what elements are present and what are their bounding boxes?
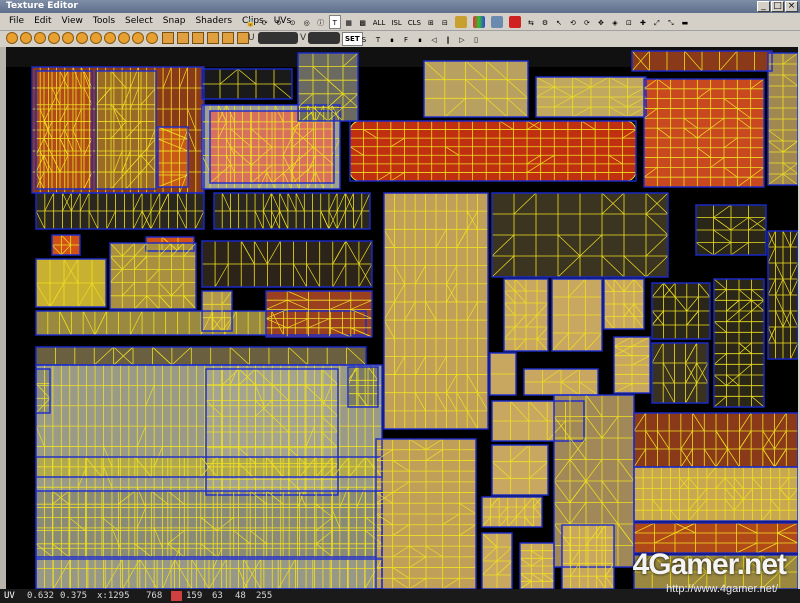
status-v-value: 0.375 [60,591,88,601]
status-blue-value: 48 [235,591,246,601]
contract-icon[interactable]: ⤡ [665,15,677,29]
uv-tool-icon[interactable] [132,32,144,44]
pack-icon[interactable] [207,32,219,44]
prev-icon[interactable]: ◁ [428,32,440,46]
u-value-field[interactable] [258,32,298,44]
scale-icon[interactable]: ◈ [609,15,621,29]
maximize-button[interactable]: □ [771,1,784,12]
menu-view[interactable]: View [57,13,88,30]
frame-icon[interactable]: ▯ [470,32,482,46]
text-tool-button[interactable]: T [328,14,341,29]
status-red-value: 159 [186,591,203,601]
refresh-icon[interactable]: ⟳ [259,15,271,29]
flip-icon[interactable]: ⇆ [525,15,537,29]
uv-viewport[interactable] [6,47,798,589]
select-all-button[interactable]: ALL [371,15,388,29]
main-toolbar: 🔒 ⟳ ↻ ⊙ ◎ ⓘ T ▦ ▩ ALL ISL CLS ⊞ ⊟ ⇆ ⚙ ↖ … [244,14,691,29]
tool-square-button[interactable]: ∎ [386,32,398,46]
menu-toolbar-row: File Edit View Tools Select Snap Shaders… [0,13,800,31]
stitch-icon[interactable] [162,32,174,44]
menu-edit[interactable]: Edit [29,13,56,30]
image-icon[interactable] [489,15,505,29]
rotate-ccw-icon[interactable]: ⟳ [581,15,593,29]
relax-icon[interactable]: ⚙ [539,15,551,29]
add-icon[interactable]: ✚ [637,15,649,29]
u-label: U [248,33,255,43]
align-icon[interactable]: ⊟ [439,15,451,29]
lock-icon[interactable]: 🔒 [244,15,257,29]
status-pixel-y: 768 [146,591,163,601]
uv-tool-icon[interactable] [104,32,116,44]
fit-icon[interactable]: ⊡ [623,15,635,29]
move-icon[interactable]: ✥ [595,15,607,29]
uv-tools-left [6,32,158,44]
watermark-logo: 4Gamer.net [632,548,787,581]
menu-tools[interactable]: Tools [88,13,120,30]
expand-icon[interactable]: ⤢ [651,15,663,29]
uv-tool-icon[interactable] [34,32,46,44]
uv-island[interactable] [6,67,30,589]
texture-icon[interactable] [453,15,469,29]
window-title: Texture Editor [6,1,78,11]
uv-tool-icon[interactable] [146,32,158,44]
menu-file[interactable]: File [4,13,29,30]
checker-icon[interactable]: ▩ [357,15,369,29]
target-icon[interactable]: ⊙ [287,15,299,29]
uv-tool-icon[interactable] [76,32,88,44]
subtract-icon[interactable]: ▬ [679,15,691,29]
uv-tool-icon[interactable] [90,32,102,44]
grid-icon[interactable]: ▦ [343,15,355,29]
select-island-button[interactable]: ISL [389,15,403,29]
arrow-icon[interactable]: ↖ [553,15,565,29]
status-alpha-value: 255 [256,591,273,601]
unfold-icon[interactable] [222,32,234,44]
tool-t-button[interactable]: T [372,32,384,46]
minimize-button[interactable]: _ [757,1,770,12]
menu-select[interactable]: Select [120,13,158,30]
tool-s-button[interactable]: S [358,32,370,46]
clear-selection-button[interactable]: CLS [406,15,423,29]
status-color-swatch [171,591,182,601]
circle-icon[interactable]: ◎ [301,15,313,29]
break-icon[interactable] [192,32,204,44]
v-value-field[interactable] [308,32,340,44]
weld-icon[interactable] [177,32,189,44]
uv-island[interactable] [349,120,637,182]
uv-tool-icon[interactable] [118,32,130,44]
v-label: V [300,33,307,43]
uv-island[interactable] [651,342,709,404]
uv-island[interactable] [491,444,549,496]
menu-shaders[interactable]: Shaders [190,13,237,30]
title-bar[interactable]: Texture Editor _ □ × [0,0,800,13]
snap-icon[interactable]: ⊞ [425,15,437,29]
next-icon[interactable]: ▷ [456,32,468,46]
tool-f-button[interactable]: F [400,32,412,46]
close-button[interactable]: × [785,1,798,12]
uv-tool-icon[interactable] [48,32,60,44]
uv-layout-canvas[interactable] [6,47,798,589]
rotate-icon[interactable]: ⟲ [567,15,579,29]
cycle-icon[interactable]: ↻ [273,15,285,29]
status-u-value: 0.632 [27,591,55,601]
color-icon[interactable] [471,15,487,29]
uv-tool-icon[interactable] [6,32,18,44]
uv-tool-icon[interactable] [62,32,74,44]
uv-tools-mid [162,32,249,44]
uv-tool-icon[interactable] [20,32,32,44]
uv-island[interactable] [35,346,367,366]
menu-snap[interactable]: Snap [158,13,191,30]
info-icon[interactable]: ⓘ [315,15,327,29]
status-mode-label: UV [4,591,15,601]
tool-square2-button[interactable]: ∎ [414,32,426,46]
uv-island[interactable] [157,126,189,188]
status-green-value: 63 [212,591,223,601]
texture-editor-window: Texture Editor _ □ × File Edit View Tool… [0,0,800,603]
mirror-icon[interactable] [507,15,523,29]
uv-tools-right: S T ∎ F ∎ ◁ ‖ ▷ ▯ [358,32,482,46]
pause-icon[interactable]: ‖ [442,32,454,46]
watermark-url: http://www.4gamer.net/ [666,583,778,595]
status-pixel-x: x:1295 [97,591,130,601]
